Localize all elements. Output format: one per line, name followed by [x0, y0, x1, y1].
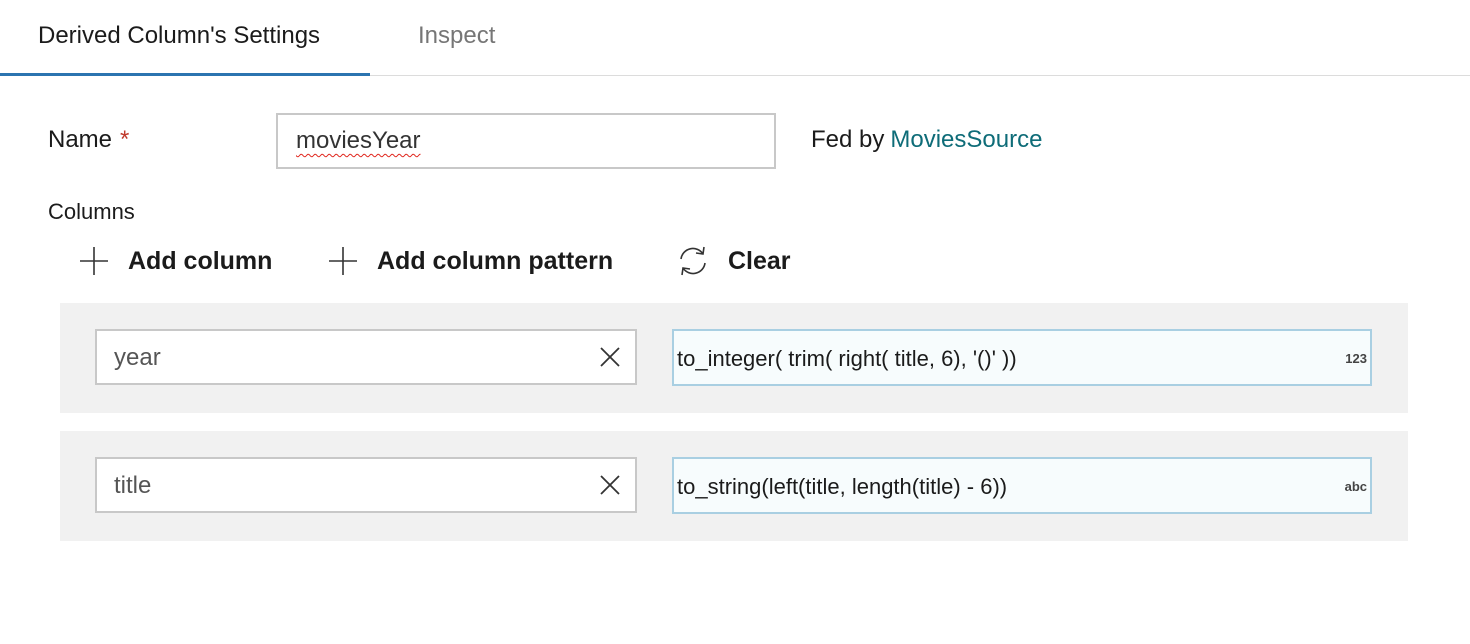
add-column-button[interactable]: Add column: [78, 240, 272, 282]
add-column-pattern-label: Add column pattern: [377, 246, 614, 275]
tab-bar: Derived Column's Settings Inspect: [0, 0, 1470, 76]
tab-derived-column-settings[interactable]: Derived Column's Settings: [0, 0, 370, 76]
name-input[interactable]: moviesYear: [276, 113, 776, 169]
clear-label: Clear: [728, 246, 791, 275]
name-label-text: Name: [48, 126, 113, 153]
plus-icon: [80, 247, 108, 275]
type-badge: 123: [1345, 351, 1367, 366]
column-row: title to_string(left(title, length(title…: [60, 431, 1408, 541]
close-icon[interactable]: [599, 346, 621, 368]
refresh-icon: [680, 246, 706, 276]
fed-by-source-link[interactable]: MoviesSource: [890, 126, 1042, 153]
add-column-label: Add column: [128, 246, 273, 275]
column-name-input[interactable]: year: [95, 329, 637, 385]
expression-value: to_string(left(title, length(title) - 6)…: [677, 474, 1008, 499]
plus-icon: [329, 247, 357, 275]
column-name-value: year: [114, 344, 161, 371]
expression-value: to_integer( trim( right( title, 6), '()'…: [677, 346, 1017, 371]
column-row: year to_integer( trim( right( title, 6),…: [60, 303, 1408, 413]
column-name-input[interactable]: title: [95, 457, 637, 513]
columns-label: Columns: [48, 199, 135, 224]
column-name-value: title: [114, 472, 152, 499]
expression-input[interactable]: to_string(left(title, length(title) - 6)…: [672, 457, 1372, 514]
tab-inspect[interactable]: Inspect: [418, 0, 495, 76]
name-label: Name *: [48, 126, 129, 154]
type-badge: abc: [1344, 479, 1367, 494]
fed-by-label: Fed by: [811, 126, 885, 153]
clear-button[interactable]: Clear: [676, 240, 791, 282]
required-marker: *: [120, 126, 130, 153]
close-icon[interactable]: [599, 474, 621, 496]
expression-input[interactable]: to_integer( trim( right( title, 6), '()'…: [672, 329, 1372, 386]
add-column-pattern-button[interactable]: Add column pattern: [327, 240, 613, 282]
fed-by: Fed by MoviesSource: [811, 126, 1042, 154]
name-input-value: moviesYear: [296, 127, 421, 154]
